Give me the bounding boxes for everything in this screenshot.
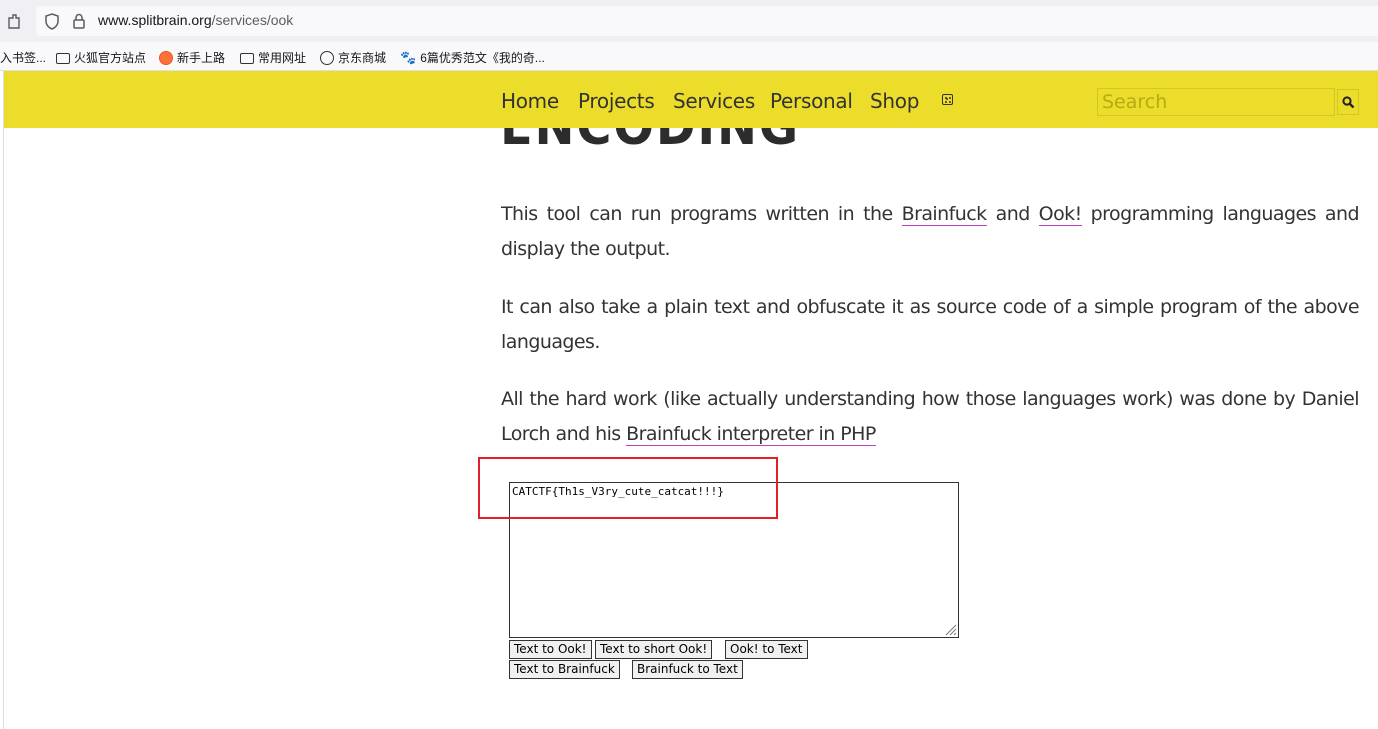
credits-paragraph: All the hard work (like actually underst… — [501, 382, 1360, 452]
bookmark-item[interactable]: 常用网址 — [240, 49, 306, 66]
bookmark-item[interactable]: 火狐官方站点 — [56, 49, 146, 66]
interpreter-link[interactable]: Brainfuck interpreter in PHP — [626, 423, 876, 446]
page-edge — [3, 71, 4, 729]
bookmark-item[interactable]: 京东商城 — [320, 49, 386, 66]
bookmark-item[interactable]: 新手上路 — [159, 49, 225, 66]
url-path: /services/ook — [211, 12, 294, 28]
browser-toolbar: www.splitbrain.org/services/ook — [0, 0, 1378, 42]
nav-personal[interactable]: Personal — [770, 89, 853, 113]
firefox-icon — [159, 51, 173, 65]
text-to-short-ook-button[interactable]: Text to short Ook! — [595, 640, 713, 659]
shield-icon[interactable] — [44, 13, 60, 34]
bookmarks-bar: 入书签... 火狐官方站点 新手上路 常用网址 京东商城 🐾 6篇优秀范文《我的奇… — [0, 42, 1378, 71]
intro-paragraph: This tool can run programs written in th… — [501, 197, 1360, 267]
ook-link[interactable]: Ook! — [1038, 203, 1082, 226]
text: and — [986, 203, 1039, 225]
page-title-text: ENCODING — [500, 128, 800, 153]
obfuscate-paragraph: It can also take a plain text and obfusc… — [501, 296, 1360, 353]
bookmark-item[interactable]: 🐾 6篇优秀范文《我的奇... — [400, 49, 545, 66]
bookmark-item[interactable]: 入书签... — [0, 49, 46, 66]
resize-grip-icon[interactable] — [943, 622, 957, 636]
text-to-brainfuck-button[interactable]: Text to Brainfuck — [509, 660, 620, 679]
url-text[interactable]: www.splitbrain.org/services/ook — [98, 12, 293, 28]
dice-icon[interactable] — [942, 94, 953, 105]
folder-icon — [240, 53, 254, 64]
bookmark-label: 入书签... — [0, 51, 47, 65]
nav-projects[interactable]: Projects — [578, 89, 655, 113]
folder-icon — [56, 53, 70, 64]
bookmark-label: 京东商城 — [338, 51, 387, 65]
bookmark-label: 6篇优秀范文《我的奇... — [420, 51, 545, 65]
nav-home[interactable]: Home — [501, 89, 559, 113]
bookmark-label: 新手上路 — [177, 51, 226, 65]
brainfuck-to-text-button[interactable]: Brainfuck to Text — [632, 660, 743, 679]
search-input[interactable] — [1097, 88, 1335, 116]
site-nav: Home Projects Services Personal Shop — [4, 71, 1378, 128]
url-host: www.splitbrain.org — [98, 12, 212, 28]
bookmark-label: 火狐官方站点 — [74, 51, 147, 65]
text: This tool can run programs written in th… — [501, 203, 902, 225]
nav-services[interactable]: Services — [673, 89, 755, 113]
bookmark-label: 常用网址 — [258, 51, 307, 65]
nav-shop[interactable]: Shop — [870, 89, 919, 113]
baidu-paw-icon: 🐾 — [400, 50, 417, 65]
extensions-icon[interactable] — [6, 12, 22, 34]
highlight-annotation — [478, 457, 778, 519]
ook-to-text-button[interactable]: Ook! to Text — [725, 640, 808, 659]
search-icon — [1342, 96, 1355, 109]
brainfuck-link[interactable]: Brainfuck — [901, 203, 987, 226]
text-to-ook-button[interactable]: Text to Ook! — [509, 640, 592, 659]
search-button[interactable] — [1337, 89, 1359, 115]
globe-icon — [320, 51, 334, 65]
page-title: ENCODING — [500, 128, 900, 153]
lock-icon[interactable] — [72, 13, 86, 34]
